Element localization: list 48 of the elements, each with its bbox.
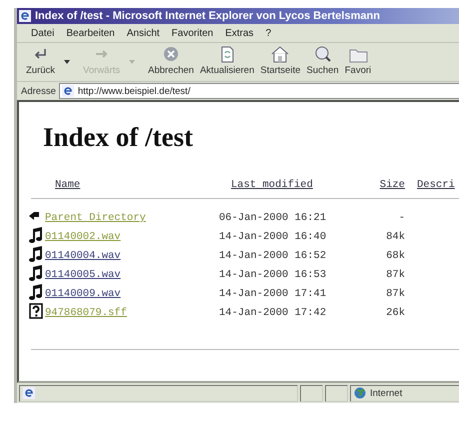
menu-item[interactable]: ? (260, 28, 278, 38)
size-cell-text: 26k (385, 307, 405, 319)
menu-item[interactable]: Extras (219, 28, 260, 38)
toolbar-button[interactable]: Favori (342, 43, 374, 81)
column-header[interactable]: Last modified (219, 179, 371, 191)
page-heading: Index of /test (43, 122, 194, 153)
browser-icon (19, 10, 31, 22)
toolbar-button[interactable]: Startseite (257, 43, 304, 81)
window-title: Index of /test - Microsoft Internet Explorer von Lycos Bertelsmann (35, 10, 380, 22)
toolbar-button[interactable]: Suchen (304, 43, 342, 81)
column-header[interactable]: Name (43, 179, 219, 191)
size-cell-text: - (398, 212, 405, 224)
zone-label: Internet (370, 388, 402, 398)
file-link[interactable]: 01140004.wav (45, 250, 121, 262)
size-cell-text: 87k (385, 269, 405, 281)
unknown-file-icon (29, 303, 43, 319)
music-note-icon (29, 227, 43, 243)
address-label: Adresse (21, 86, 56, 96)
status-pane (300, 384, 323, 402)
music-note-icon (29, 284, 43, 300)
modified-cell-text: 14-Jan-2000 16:53 (219, 269, 328, 281)
size-cell-text: 87k (385, 288, 405, 300)
page-icon (23, 387, 35, 399)
address-field[interactable]: http://www.beispiel.de/test/ (58, 83, 459, 99)
globe-icon (354, 387, 366, 399)
size-cell-text: 84k (385, 231, 405, 243)
music-note-icon (29, 265, 43, 281)
menu-item[interactable]: Bearbeiten (60, 28, 121, 38)
modified-cell-text: 06-Jan-2000 16:21 (219, 212, 328, 224)
menu-item[interactable]: Favoriten (166, 28, 220, 38)
caret-icon[interactable] (64, 60, 70, 64)
modified-cell-text: 14-Jan-2000 17:41 (219, 288, 328, 300)
column-header[interactable]: Size (371, 179, 405, 191)
menu-item[interactable]: Ansicht (120, 28, 166, 38)
file-link[interactable]: 01140005.wav (45, 269, 121, 281)
file-link[interactable]: 01140009.wav (45, 288, 121, 300)
music-note-icon (29, 246, 43, 262)
column-header[interactable]: Descri (405, 179, 459, 191)
page-icon (62, 85, 74, 97)
modified-cell-text: 14-Jan-2000 16:52 (219, 250, 328, 262)
size-cell-text: 68k (385, 250, 405, 262)
toolbar-button[interactable]: Abbrechen (145, 43, 197, 81)
modified-cell-text: 14-Jan-2000 17:42 (219, 307, 328, 319)
status-pane (325, 384, 348, 402)
toolbar-button[interactable]: Aktualisieren (196, 43, 258, 81)
menu-item[interactable]: Datei (25, 28, 60, 38)
toolbar-button[interactable]: Zurück (23, 43, 58, 81)
modified-cell-text: 14-Jan-2000 16:40 (219, 231, 328, 243)
